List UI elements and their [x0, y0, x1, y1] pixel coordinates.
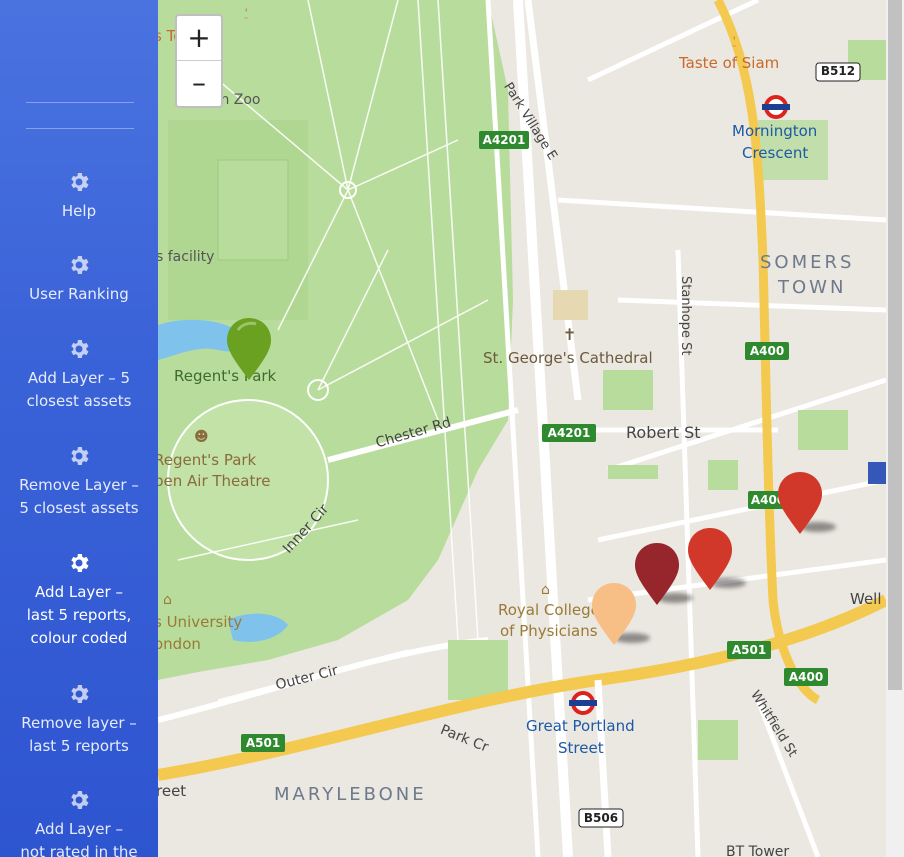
map-label: reet	[158, 782, 187, 800]
sidebar-item-label: Remove layer – last 5 reports	[21, 714, 137, 755]
gear-icon	[71, 256, 89, 274]
map-label: Royal College	[498, 601, 600, 619]
street-label: Inner Cir	[280, 501, 333, 557]
road-badge-label: B506	[583, 811, 619, 825]
sidebar-item-remove-last-reports[interactable]: Remove layer – last 5 reports	[0, 682, 158, 758]
station-label: Crescent	[742, 144, 809, 162]
map-label: Regent's Park	[158, 451, 257, 469]
sidebar-item-label: User Ranking	[29, 285, 129, 303]
street-label: Stanhope St	[678, 276, 693, 356]
map-label: s University	[158, 613, 243, 631]
divider	[26, 128, 134, 129]
map-label: ondon	[158, 635, 201, 653]
sidebar-item-add-closest-assets[interactable]: Add Layer – 5 closest assets	[0, 337, 158, 413]
area-label: MARYLEBONE	[274, 784, 427, 805]
sidebar: Help User Ranking Add Layer – 5 closest …	[0, 0, 158, 857]
gear-icon	[71, 791, 89, 809]
road-badge-label: A501	[245, 736, 281, 750]
map-label: s facility	[158, 249, 215, 265]
map-label: of Physicians	[500, 622, 598, 640]
map-label: BT Tower	[726, 844, 790, 857]
scrollbar-thumb[interactable]	[888, 0, 902, 690]
street-label: Whitfield St	[747, 688, 800, 760]
sidebar-item-user-ranking[interactable]: User Ranking	[0, 253, 158, 306]
road-badge-label: B512	[820, 64, 856, 78]
sidebar-item-label: Add Layer – last 5 reports, colour coded	[26, 583, 132, 647]
road-badge-label: A501	[731, 643, 767, 657]
street-label: Robert St	[626, 423, 701, 442]
sidebar-item-remove-closest-assets[interactable]: Remove Layer – 5 closest assets	[0, 444, 158, 520]
road-badge-label: A400	[749, 344, 785, 358]
road-badge-label: A400	[788, 670, 824, 684]
area-label: SOMERS	[760, 252, 855, 273]
map-canvas[interactable]: ⍘ ⍘ ✝ ⌂ ⌂ ☻ s Terrace London Zoo Taste o…	[158, 0, 886, 857]
road-badge-label: A4201	[547, 426, 591, 440]
map-label: St. George's Cathedral	[483, 349, 653, 367]
zoom-control: + –	[175, 14, 223, 108]
street-label: Outer Cir	[274, 662, 340, 694]
sidebar-item-label: Remove Layer – 5 closest assets	[19, 476, 139, 517]
sidebar-item-add-not-rated[interactable]: Add Layer – not rated in the	[0, 788, 158, 857]
gear-icon	[71, 340, 89, 358]
gear-icon	[71, 173, 89, 191]
sidebar-item-label: Help	[61, 202, 97, 220]
area-label: TOWN	[778, 277, 847, 298]
sidebar-item-label: Add Layer – not rated in the	[20, 820, 138, 857]
sidebar-item-add-last-reports[interactable]: Add Layer – last 5 reports, colour coded	[0, 551, 158, 650]
station-label: Great Portland	[526, 717, 635, 735]
street-label: Chester Rd	[374, 414, 453, 452]
map-label: Taste of Siam	[679, 54, 780, 72]
zoom-in-button[interactable]: +	[177, 16, 221, 61]
road-badge-label: A4201	[482, 133, 526, 147]
station-label: Mornington	[732, 122, 818, 140]
divider	[26, 102, 134, 103]
street-label: Park Village E	[500, 80, 560, 163]
map-label: Regent's Park	[174, 367, 277, 385]
sidebar-item-help[interactable]: Help	[0, 170, 158, 223]
gear-icon	[71, 554, 89, 572]
gear-icon	[71, 685, 89, 703]
zoom-out-button[interactable]: –	[177, 61, 221, 105]
street-label: Park Cr	[438, 722, 491, 756]
map-label: Well	[850, 590, 882, 608]
map-label: pen Air Theatre	[158, 472, 271, 490]
map-labels: s Terrace London Zoo Taste of Siam B512 …	[158, 0, 886, 857]
scrollbar[interactable]	[886, 0, 904, 857]
gear-icon	[71, 447, 89, 465]
station-label: Street	[558, 739, 604, 757]
sidebar-item-label: Add Layer – 5 closest assets	[26, 369, 132, 410]
